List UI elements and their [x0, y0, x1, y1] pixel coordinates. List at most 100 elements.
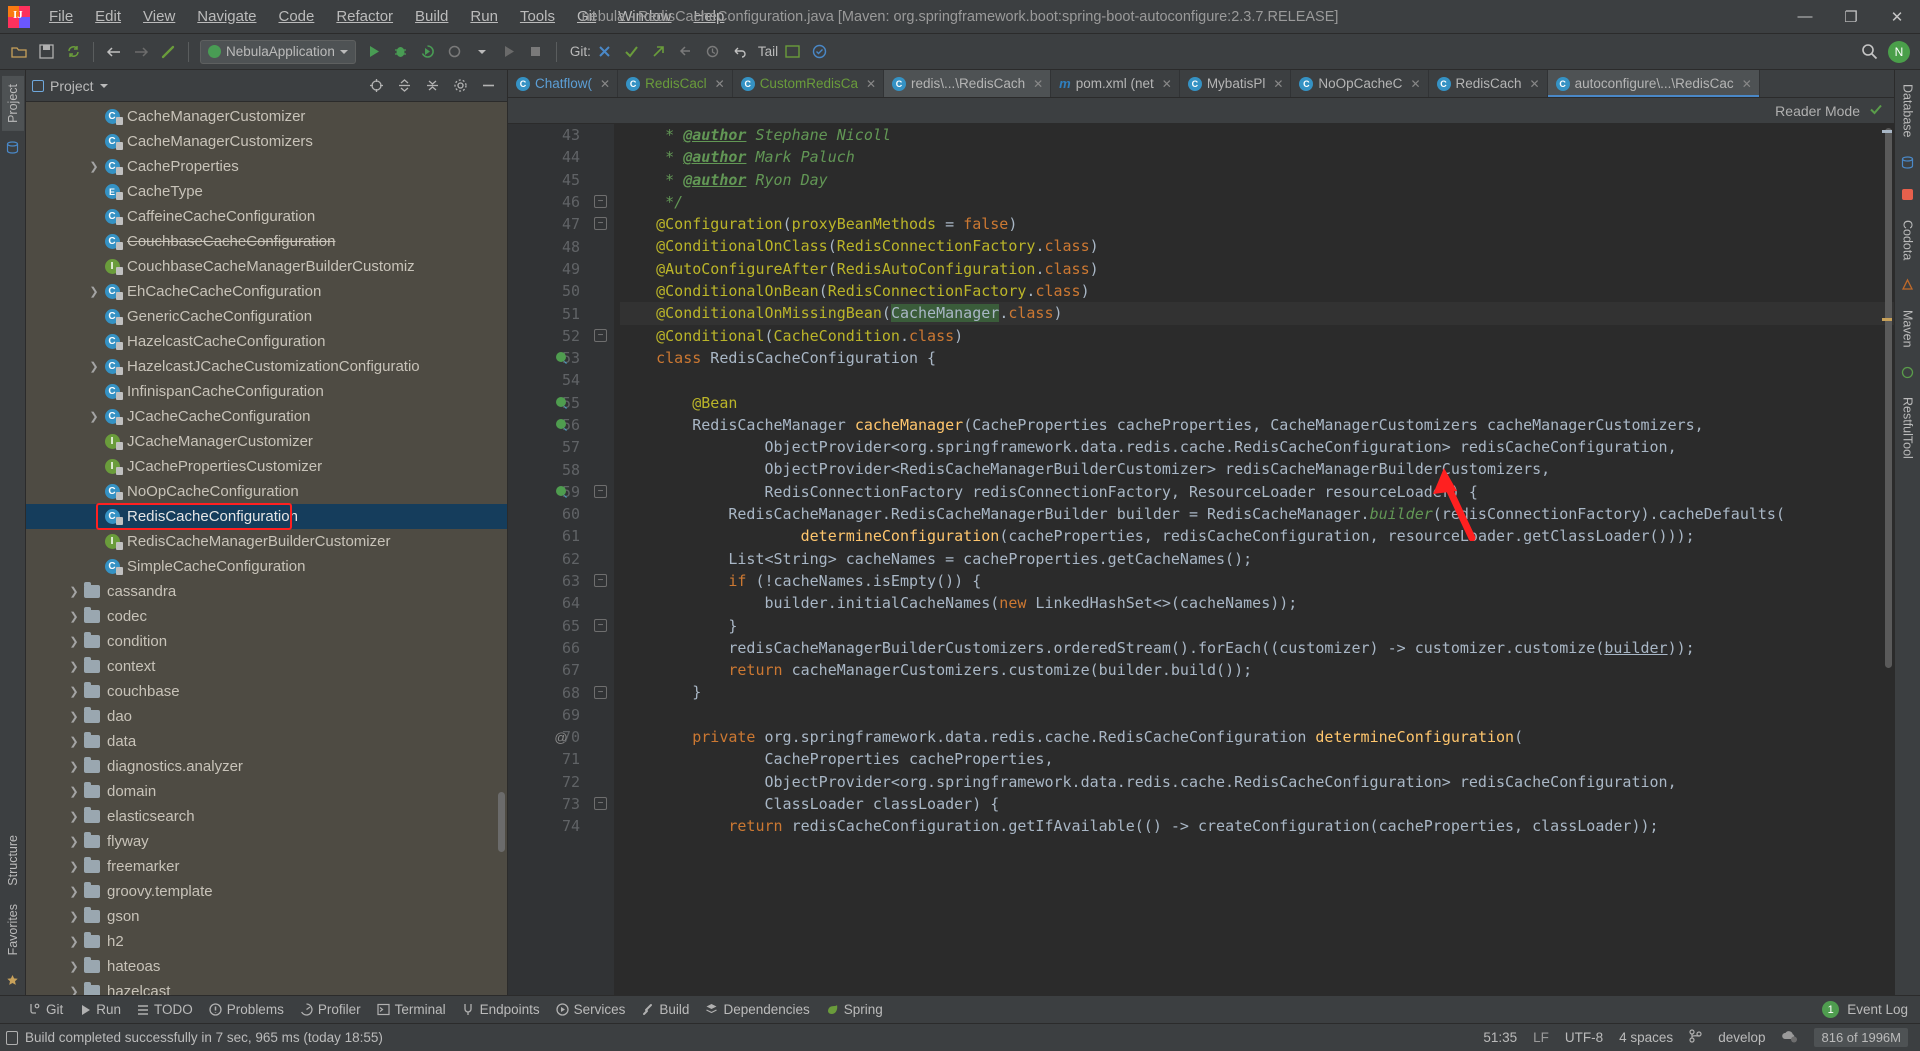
undo-icon[interactable]: [727, 39, 753, 65]
gutter-marker-icon[interactable]: [552, 347, 570, 369]
tree-item[interactable]: C InfinispanCacheConfiguration: [26, 379, 507, 404]
maven-logo-icon[interactable]: [1898, 275, 1918, 295]
tree-item[interactable]: ❯ C HazelcastJCacheCustomizationConfigurat…: [26, 354, 507, 379]
event-log-label[interactable]: Event Log: [1847, 1002, 1908, 1017]
chevron-right-icon[interactable]: ❯: [66, 785, 82, 798]
code-line[interactable]: */: [620, 191, 1894, 213]
menu-tools[interactable]: Tools: [509, 4, 566, 30]
tree-item[interactable]: ❯ groovy.template: [26, 879, 507, 904]
code-line[interactable]: return cacheManagerCustomizers.customize…: [620, 659, 1894, 681]
chevron-right-icon[interactable]: ❯: [86, 360, 102, 373]
tree-item[interactable]: I CouchbaseCacheManagerBuilderCustomiz: [26, 254, 507, 279]
settings-gear-icon[interactable]: [451, 77, 469, 95]
tree-item[interactable]: ❯ freemarker: [26, 854, 507, 879]
code-line[interactable]: @Configuration(proxyBeanMethods = false): [620, 213, 1894, 235]
rail-tab-structure[interactable]: Structure: [2, 827, 24, 894]
menu-refactor[interactable]: Refactor: [325, 4, 404, 30]
close-tab-icon[interactable]: ✕: [600, 77, 610, 91]
menu-help[interactable]: Help: [683, 4, 736, 30]
build-hammer-icon[interactable]: [155, 39, 181, 65]
code-line[interactable]: RedisCacheManager cacheManager(CacheProp…: [620, 414, 1894, 436]
chevron-right-icon[interactable]: ❯: [66, 760, 82, 773]
tool-window-button-spring[interactable]: Spring: [826, 1002, 883, 1017]
close-tab-icon[interactable]: ✕: [1742, 77, 1752, 91]
menu-navigate[interactable]: Navigate: [186, 4, 267, 30]
chevron-right-icon[interactable]: ❯: [66, 935, 82, 948]
chevron-right-icon[interactable]: ❯: [66, 660, 82, 673]
tree-item[interactable]: ❯ condition: [26, 629, 507, 654]
gutter-marker-icon[interactable]: [552, 392, 570, 414]
code-fold-icon[interactable]: −: [594, 685, 607, 699]
chevron-right-icon[interactable]: ❯: [66, 835, 82, 848]
tree-item[interactable]: C SimpleCacheConfiguration: [26, 554, 507, 579]
cloud-settings-icon[interactable]: [1781, 1029, 1798, 1046]
code-line[interactable]: private org.springframework.data.redis.c…: [620, 726, 1894, 748]
code-fold-icon[interactable]: −: [594, 217, 607, 231]
profile-button[interactable]: [442, 39, 468, 65]
run-configuration-selector[interactable]: NebulaApplication: [200, 39, 356, 64]
code-line[interactable]: ObjectProvider<org.springframework.data.…: [620, 771, 1894, 793]
close-tab-icon[interactable]: ✕: [715, 77, 725, 91]
chevron-right-icon[interactable]: ❯: [66, 635, 82, 648]
code-line[interactable]: return redisCacheConfiguration.getIfAvai…: [620, 815, 1894, 837]
chevron-right-icon[interactable]: ❯: [66, 885, 82, 898]
search-icon[interactable]: [1856, 39, 1882, 65]
tool-window-button-build[interactable]: Build: [641, 1002, 689, 1017]
close-tab-icon[interactable]: ✕: [1033, 77, 1043, 91]
tree-item[interactable]: C CaffeineCacheConfiguration: [26, 204, 507, 229]
code-line[interactable]: class RedisCacheConfiguration {: [620, 347, 1894, 369]
tree-item[interactable]: I RedisCacheManagerBuilderCustomizer: [26, 529, 507, 554]
open-folder-icon[interactable]: [6, 39, 32, 65]
tree-item[interactable]: ❯ elasticsearch: [26, 804, 507, 829]
editor-scrollbar[interactable]: [1885, 128, 1892, 668]
tree-item[interactable]: C CouchbaseCacheConfiguration: [26, 229, 507, 254]
chevron-right-icon[interactable]: ❯: [66, 860, 82, 873]
code-line[interactable]: determineConfiguration(cacheProperties, …: [620, 525, 1894, 547]
expand-all-icon[interactable]: [395, 77, 413, 95]
tool-window-button-dependencies[interactable]: Dependencies: [705, 1002, 810, 1017]
tree-item[interactable]: C GenericCacheConfiguration: [26, 304, 507, 329]
codota-logo-icon[interactable]: [1898, 185, 1918, 205]
rail-tab-maven[interactable]: Maven: [1897, 302, 1919, 356]
code-line[interactable]: [620, 704, 1894, 726]
restful-icon[interactable]: [1898, 362, 1918, 382]
chevron-right-icon[interactable]: ❯: [66, 810, 82, 823]
file-encoding[interactable]: UTF-8: [1565, 1030, 1603, 1045]
menu-file[interactable]: File: [38, 4, 84, 30]
user-avatar[interactable]: N: [1888, 40, 1910, 63]
tree-item[interactable]: C CacheManagerCustomizers: [26, 129, 507, 154]
tree-item[interactable]: C NoOpCacheConfiguration: [26, 479, 507, 504]
tail-run-icon[interactable]: [779, 39, 805, 65]
tree-item[interactable]: ❯ couchbase: [26, 679, 507, 704]
editor-tab[interactable]: C MybatisPl ✕: [1180, 70, 1292, 97]
reader-mode-check-icon[interactable]: [1868, 101, 1884, 121]
chevron-right-icon[interactable]: ❯: [66, 960, 82, 973]
rail-tab-database[interactable]: Database: [1897, 76, 1919, 146]
back-icon[interactable]: [101, 39, 127, 65]
hide-panel-icon[interactable]: [479, 77, 497, 95]
tree-item[interactable]: I JCacheManagerCustomizer: [26, 429, 507, 454]
chevron-down-icon[interactable]: [99, 83, 108, 88]
git-branch-label[interactable]: develop: [1718, 1030, 1765, 1045]
tree-item[interactable]: ❯ domain: [26, 779, 507, 804]
chevron-right-icon[interactable]: ❯: [86, 160, 102, 173]
code-editor[interactable]: 43 44 45 46 47 48 49 50 51 52 53 54 55 56 57 58 59 60 61 62…: [508, 124, 1894, 995]
code-line[interactable]: if (!cacheNames.isEmpty()) {: [620, 570, 1894, 592]
tool-window-button-services[interactable]: Services: [556, 1002, 625, 1017]
chevron-right-icon[interactable]: ❯: [66, 610, 82, 623]
tree-item[interactable]: ❯ h2: [26, 929, 507, 954]
tree-item[interactable]: C HazelcastCacheConfiguration: [26, 329, 507, 354]
close-tab-icon[interactable]: ✕: [1273, 77, 1283, 91]
memory-indicator[interactable]: 816 of 1996M: [1814, 1028, 1908, 1047]
save-all-icon[interactable]: [33, 39, 59, 65]
code-line[interactable]: @AutoConfigureAfter(RedisAutoConfigurati…: [620, 258, 1894, 280]
maximize-button[interactable]: ❐: [1828, 0, 1874, 34]
git-history-icon[interactable]: [700, 39, 726, 65]
editor-tab[interactable]: C RedisCacl ✕: [618, 70, 733, 97]
project-tree[interactable]: C CacheManagerCustomizer C CacheManagerCust…: [26, 102, 507, 995]
line-number-gutter[interactable]: 43 44 45 46 47 48 49 50 51 52 53 54 55 56 57 58 59 60 61 62…: [508, 124, 588, 995]
code-line[interactable]: ObjectProvider<RedisCacheManagerBuilderC…: [620, 458, 1894, 480]
editor-tab[interactable]: C NoOpCacheC ✕: [1291, 70, 1429, 97]
caret-position[interactable]: 51:35: [1483, 1030, 1517, 1045]
tree-item[interactable]: ❯ data: [26, 729, 507, 754]
